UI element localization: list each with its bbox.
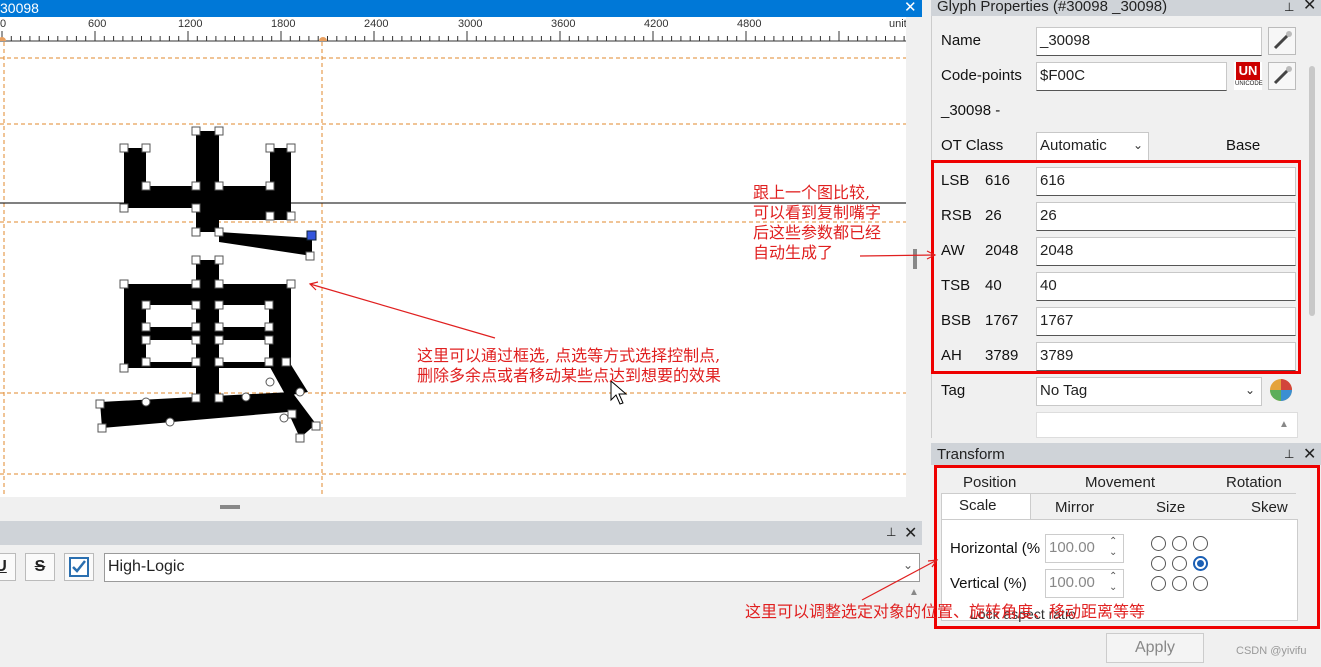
pin-icon[interactable]: ⊥ [886,525,896,539]
underline-button[interactable]: U [0,553,16,581]
points-note-line: 删除多余点或者移动某些点达到想要的效果 [417,366,722,385]
strikethrough-button[interactable]: S [25,553,55,581]
scroll-up-icon[interactable]: ▲ [1279,419,1289,430]
properties-close-icon[interactable]: ✕ [1303,0,1316,14]
checkbox-button[interactable] [64,553,94,581]
properties-scrollbar[interactable] [1309,66,1315,316]
chevron-down-icon: ⌄ [1133,138,1144,152]
tag-list-box[interactable] [1036,412,1298,438]
transform-header: Transform ⊥ ✕ [931,443,1321,465]
glyph-description: _30098 - [941,102,1001,119]
editor-titlebar: 30098 ✕ [0,0,922,17]
tag-value: No Tag [1040,382,1088,399]
tag-label: Tag [941,382,966,399]
ot-class-select[interactable]: Automatic ⌄ [1036,132,1149,161]
pick-codepoint-wand-icon[interactable] [1268,62,1296,90]
name-value: _30098 [1040,32,1091,49]
metrics-note-line: 后这些参数都已经 [753,223,882,242]
sample-text-input[interactable]: High-Logic ⌄ [104,553,920,582]
scroll-up-icon[interactable]: ▲ [909,587,919,598]
ot-class-label: OT Class [941,137,1004,154]
pick-name-wand-icon[interactable] [1268,27,1296,55]
editor-vertical-scroll[interactable] [906,17,922,497]
editor-close-icon[interactable]: ✕ [904,0,917,16]
watermark: CSDN @yivifu [1236,645,1307,657]
horizontal-ruler: 0 600 1200 1800 2400 3000 3600 4200 4800… [0,17,922,42]
metrics-note-line: 跟上一个图比较, [753,183,871,202]
pin-icon[interactable]: ⊥ [1284,0,1294,15]
color-wheel-icon[interactable] [1268,377,1294,403]
metrics-note-line: 可以看到复制嘴字 [753,203,882,222]
panel-title: Glyph Properties (#30098 _30098) [937,0,1168,15]
chevron-down-icon: ⌄ [1245,383,1256,397]
glyph-properties-header: Glyph Properties (#30098 _30098) ⊥ ✕ [931,0,1321,16]
panel-splitter[interactable] [0,497,922,519]
name-input[interactable]: _30098 [1036,27,1262,56]
checkbox-checked-icon [69,557,89,577]
name-label: Name [941,32,982,49]
base-label: Base [1226,137,1261,154]
unicode-sub-label: UNICODE [1235,81,1263,87]
metrics-highlight-box [931,160,1301,374]
dropdown-chevron-icon[interactable]: ⌄ [903,558,913,572]
points-note-line: 这里可以通过框选, 点选等方式选择控制点, [417,346,721,365]
editor-title: 30098 [0,0,39,16]
tag-select[interactable]: No Tag ⌄ [1036,377,1262,406]
pin-icon[interactable]: ⊥ [1284,447,1294,461]
codepoints-value: $F00C [1040,67,1086,84]
right-margin-marker [319,37,327,41]
transform-title: Transform [937,446,1005,463]
apply-button[interactable]: Apply [1106,633,1204,663]
transform-note: 这里可以调整选定对象的位置、旋转角度、移动距离等等 [745,602,1146,621]
codepoints-input[interactable]: $F00C [1036,62,1227,91]
metrics-note-line: 自动生成了 [753,243,834,262]
unicode-icon[interactable]: UN UNICODE [1234,62,1263,90]
unicode-badge: UN [1236,62,1260,80]
text-panel-header: ⊥ ✕ [0,521,922,545]
sample-text-value: High-Logic [108,558,185,575]
transform-close-icon[interactable]: ✕ [1303,444,1316,464]
ruler-ticks [0,31,922,41]
codepoints-label: Code-points [941,67,1022,84]
scroll-grip[interactable] [913,249,917,269]
text-panel-close-icon[interactable]: ✕ [904,523,917,543]
ot-class-value: Automatic [1040,137,1107,154]
left-margin-marker [0,37,6,41]
